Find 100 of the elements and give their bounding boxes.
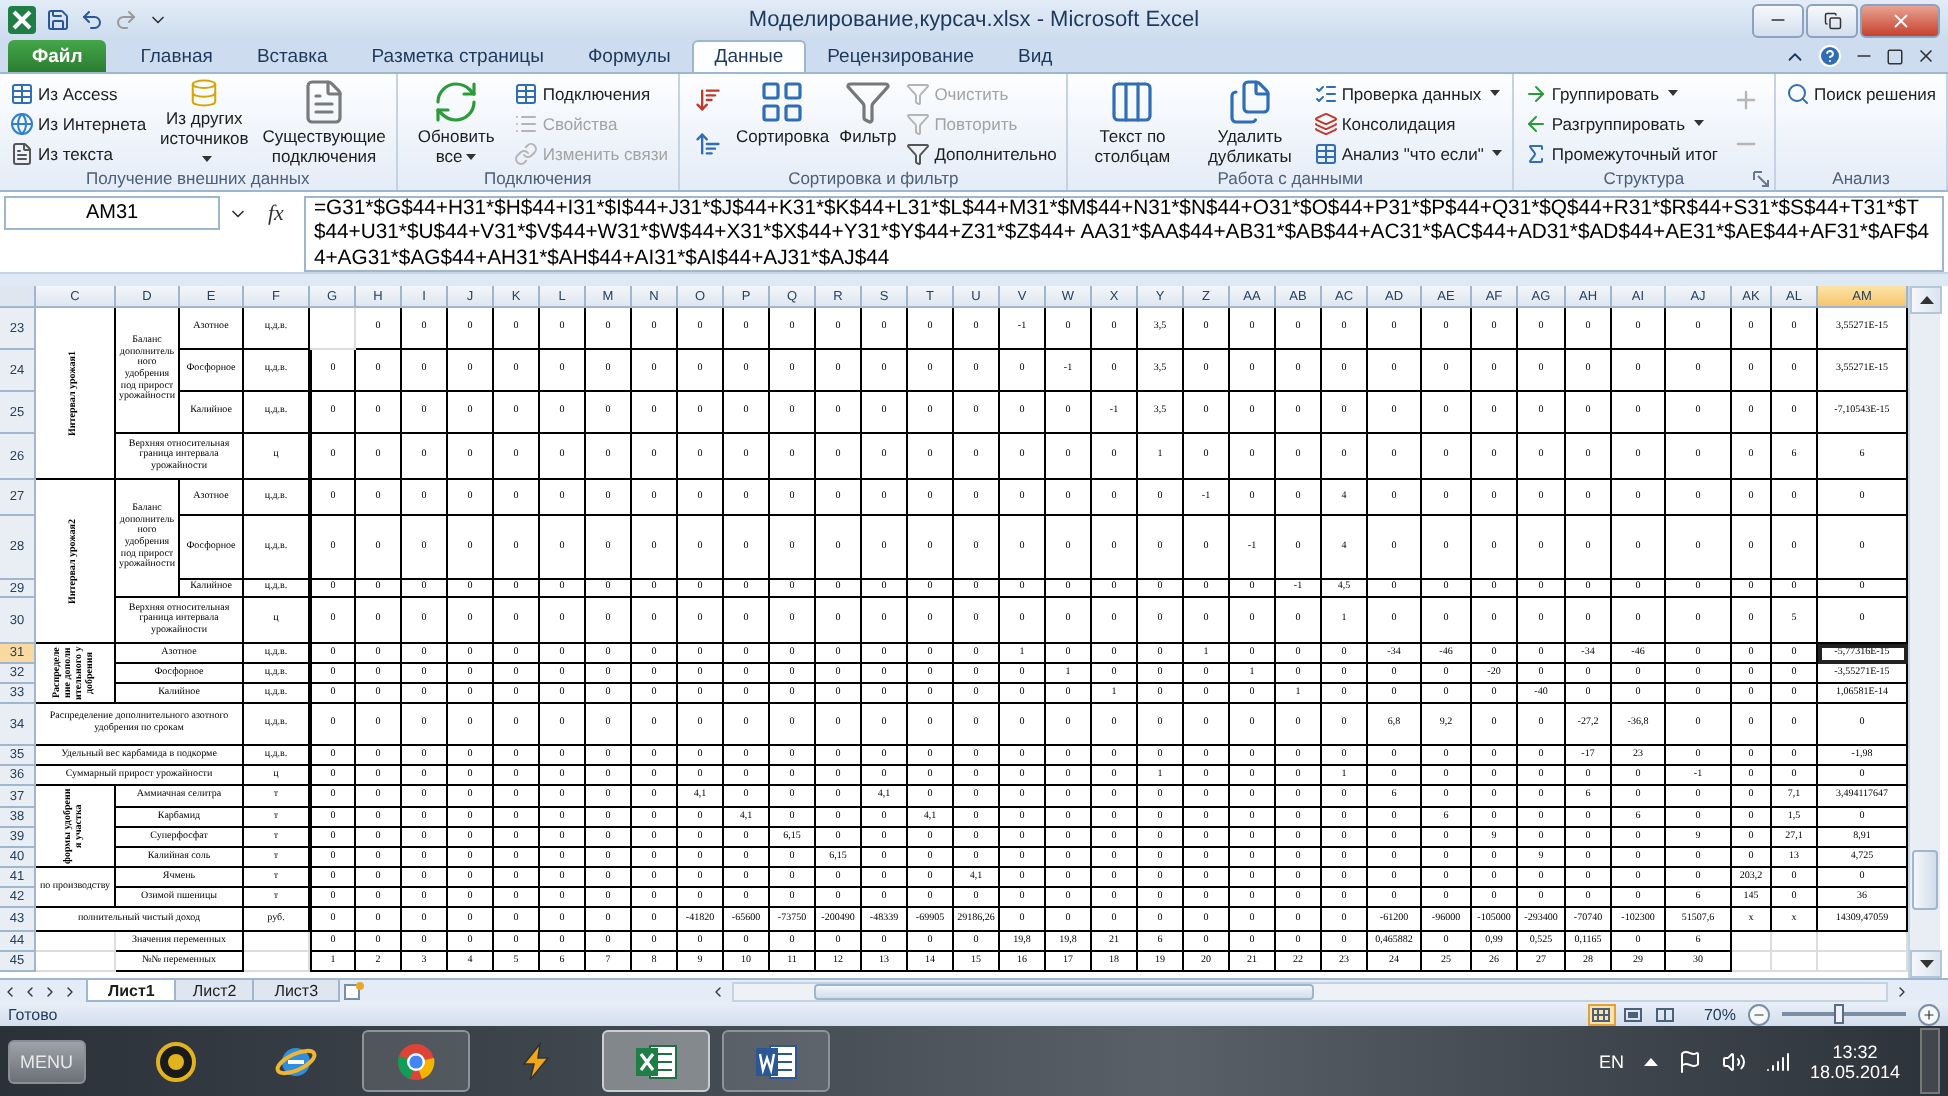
document-icon (753, 1041, 797, 1081)
scrollbar-thumb[interactable] (814, 983, 1314, 999)
arrow-left-icon (1523, 111, 1548, 135)
new-sheet-icon (344, 982, 365, 1000)
zoom-slider-thumb[interactable] (1833, 1004, 1844, 1024)
ribbon-button[interactable]: Анализ "что если" (1311, 138, 1504, 168)
close-icon[interactable] (1916, 46, 1936, 66)
restore-icon (1823, 11, 1841, 29)
dialog-launcher-button[interactable] (1752, 170, 1771, 188)
refresh-icon (432, 78, 481, 126)
ribbon-button[interactable]: Из других источников (154, 78, 255, 168)
table-icon (1313, 141, 1338, 165)
ribbon-tab[interactable]: Формулы (565, 40, 693, 72)
ribbon-button[interactable]: Фильтр (837, 78, 899, 168)
ribbon-button[interactable]: Из Access (8, 78, 149, 108)
ribbon-button[interactable]: Дополнительно (904, 138, 1059, 168)
caret-icon (1491, 150, 1502, 156)
ribbon-button[interactable]: Группировать (1521, 78, 1721, 108)
group-label: Анализ (1832, 168, 1890, 190)
insert-function-button[interactable]: fx (256, 196, 296, 230)
search-icon (1786, 81, 1811, 105)
restore-button[interactable] (1806, 3, 1858, 37)
insert-sheet-button[interactable] (340, 980, 369, 1002)
ribbon-tab[interactable]: Данные (692, 40, 806, 72)
down-arrow-icon (1919, 960, 1933, 968)
language-indicator[interactable]: EN (1598, 1051, 1624, 1071)
group-label: Получение внешних данных (86, 168, 310, 190)
empty-cell (310, 308, 356, 350)
files-icon (1225, 78, 1274, 126)
ribbon-tab[interactable]: Главная (118, 40, 235, 72)
sheet-tab[interactable]: Лист1 (86, 980, 177, 1002)
close-button[interactable] (1860, 3, 1940, 37)
scroll-up-button[interactable] (1910, 286, 1942, 314)
undo-icon (80, 8, 104, 32)
flag-icon[interactable] (1677, 1049, 1702, 1073)
layers-icon (1313, 111, 1338, 135)
ribbon-tab[interactable]: Вставка (234, 40, 350, 72)
window-title: Моделирование,курсач.xlsx - Microsoft Excel (748, 8, 1200, 32)
ribbon-button[interactable]: Текст по столбцам (1076, 78, 1189, 168)
undo-button[interactable] (80, 8, 104, 32)
disc-icon (155, 1041, 195, 1081)
wheel-icon (395, 1041, 435, 1081)
horizontal-scrollbar[interactable] (732, 981, 1888, 1001)
ribbon-button[interactable]: Проверка данных (1311, 78, 1504, 108)
save-icon (46, 8, 70, 32)
sort-icon (693, 86, 722, 114)
ribbon-tab[interactable]: Разметка страницы (349, 40, 566, 72)
ribbon-button[interactable]: Обновить все (405, 78, 507, 168)
scrollbar-thumb[interactable] (1912, 850, 1938, 910)
ribbon-button[interactable]: Подключения (512, 78, 670, 108)
status-text: Готово (8, 1005, 58, 1023)
app-icon[interactable] (8, 6, 36, 34)
spreadsheet-icon (633, 1041, 677, 1081)
vertical-scrollbar[interactable] (1908, 286, 1940, 978)
view-button[interactable] (1587, 1003, 1616, 1025)
empty-cell (1732, 932, 1772, 952)
formula-field[interactable]: =G31*$G$44+H31*$H$44+I31*$I$44+J31*$J$44+K31*$K$44+L31*$L$44+M31*$M$44+N31*$N$44+O31*$O$44+P31*$P$44+Q31*$Q$44+R31*$R$44+S31*$S$44+T31*$T$44+U31*$U$44+V31*$V$44+W31*$W$44+X31*$X$44+Y31*$Y$44+Z31*$Z$44+ AA31*$AA$44+AB31*$AB$44+AC31*$AC$44+AD31*$AD$44+AE31*$AE$44+AF31*$AF$44+AG31*$AG$44+AH31*$AH$44+AI31*$AI$44+AJ31*$AJ$44 (303, 196, 1944, 272)
link-icon (514, 141, 539, 165)
expand-icon (1752, 170, 1771, 188)
ribbon-button[interactable]: Сортировка (733, 78, 832, 168)
plus-icon (1922, 1007, 1936, 1021)
ribbon-button[interactable]: Существующие подключения (260, 78, 388, 168)
taskbar-button[interactable] (361, 1030, 469, 1092)
ribbon-button[interactable]: Удалить дубликаты (1194, 78, 1306, 168)
zoom-out-button[interactable] (1748, 1003, 1770, 1025)
view-button[interactable] (1619, 1003, 1648, 1025)
clock-date[interactable]: 18.05.2014 (1809, 1061, 1900, 1081)
restore-icon[interactable] (1886, 47, 1904, 65)
ribbon-button[interactable]: Консолидация (1311, 108, 1504, 138)
view-button[interactable] (1651, 1003, 1680, 1025)
scroll-down-button[interactable] (1910, 950, 1942, 978)
clock-time[interactable]: 13:32 (1832, 1041, 1878, 1061)
table-icon (514, 81, 539, 105)
page-icon (1624, 1007, 1643, 1021)
name-box[interactable]: AM31 (4, 196, 220, 230)
file-tab[interactable]: Файл (8, 40, 107, 72)
ribbon-button[interactable]: Из Интернета (8, 108, 149, 138)
group-label: Работа с данными (1217, 168, 1364, 190)
speaker-icon[interactable] (1721, 1049, 1746, 1073)
empty-cell (1772, 932, 1818, 952)
ribbon-button[interactable]: Из текста (8, 138, 149, 168)
caret-icon (201, 156, 212, 163)
ribbon-tab[interactable]: Вид (995, 40, 1075, 72)
sheet-tab[interactable]: Лист3 (252, 980, 341, 1002)
show-hidden-icons-icon[interactable] (1643, 1057, 1658, 1065)
caret-icon (1489, 90, 1500, 96)
funnel-icon (906, 81, 931, 105)
help-icon[interactable] (1818, 44, 1842, 68)
save-button[interactable] (46, 8, 70, 32)
empty-cell (1772, 952, 1818, 972)
ribbon-button[interactable]: Промежуточный итог (1521, 138, 1721, 168)
taskbar-button[interactable] (601, 1030, 709, 1092)
ribbon-button[interactable]: Разгруппировать (1521, 108, 1721, 138)
ribbon-tab[interactable]: Рецензирование (805, 40, 996, 72)
ribbon-button[interactable]: Поиск решения (1784, 78, 1938, 108)
up-arrow-icon (1919, 296, 1933, 304)
group-label: Структура (1603, 168, 1685, 190)
taskbar-button[interactable] (721, 1030, 829, 1092)
redo-icon (114, 8, 138, 32)
zoom-level[interactable]: 70% (1703, 1005, 1736, 1023)
